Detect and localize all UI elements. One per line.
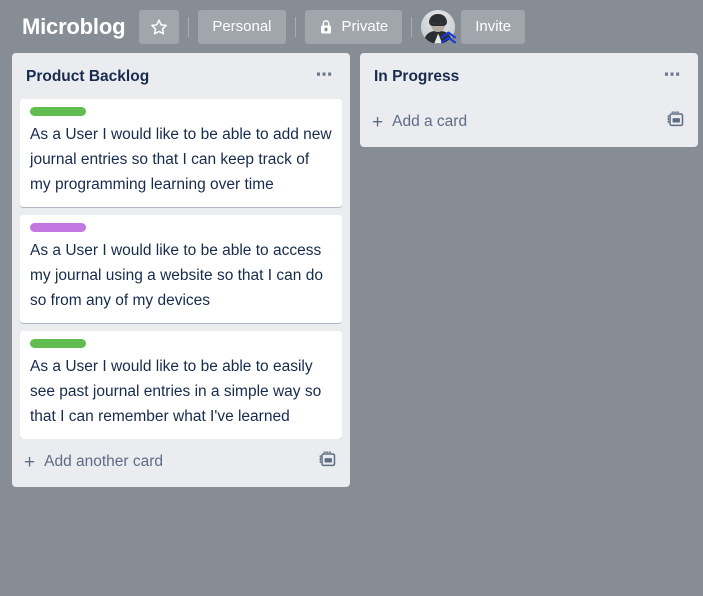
header-divider-1 [188,16,190,37]
page-title: Microblog [22,13,126,39]
card-template-icon[interactable] [667,111,684,133]
card-title: As a User I would like to be able to acc… [30,242,323,309]
header-divider-3 [411,16,413,37]
ellipsis-icon[interactable]: ⋯ [656,65,687,89]
add-card-footer: + Add another card [12,439,350,483]
avatar[interactable] [421,9,457,45]
board-header: Microblog Personal Private Invite [0,0,703,53]
add-a-card-button[interactable]: + Add a card [372,113,467,132]
list-product-backlog: Product Backlog ⋯ As a User I would like… [12,53,350,487]
add-a-card-label: Add a card [392,113,468,130]
ellipsis-icon[interactable]: ⋯ [308,65,339,89]
label-chip-purple[interactable] [30,223,86,232]
card-title: As a User I would like to be able to eas… [30,358,322,425]
invite-button[interactable]: Invite [461,9,526,44]
card-template-icon[interactable] [319,451,336,473]
label-chip-green[interactable] [30,339,86,348]
add-card-footer: + Add a card [360,99,698,143]
list-in-progress: In Progress ⋯ + Add a card [360,53,698,147]
lock-icon [319,19,333,35]
card[interactable]: As a User I would like to be able to eas… [20,331,342,439]
card-list: As a User I would like to be able to add… [12,99,350,439]
plus-icon: + [372,111,384,133]
header-divider-2 [294,16,296,37]
visibility-personal-label: Personal [212,18,272,35]
add-another-card-label: Add another card [44,453,164,470]
board-canvas: Product Backlog ⋯ As a User I would like… [0,53,703,596]
visibility-personal-button[interactable]: Personal [198,9,286,44]
card[interactable]: As a User I would like to be able to add… [20,99,342,207]
card-labels [30,339,332,348]
list-title[interactable]: In Progress [374,68,459,87]
plus-icon: + [24,451,36,473]
star-icon [150,18,168,36]
card-labels [30,107,332,116]
invite-label: Invite [475,18,512,35]
card-title: As a User I would like to be able to add… [30,126,332,193]
privacy-label: Private [341,18,389,35]
list-title[interactable]: Product Backlog [26,68,149,87]
card-labels [30,223,332,232]
list-header: In Progress ⋯ [360,53,698,99]
chevron-badge-icon [440,31,457,45]
add-another-card-button[interactable]: + Add another card [24,453,163,472]
privacy-button[interactable]: Private [304,9,403,44]
list-header: Product Backlog ⋯ [12,53,350,99]
label-chip-green[interactable] [30,107,86,116]
star-button[interactable] [139,9,180,44]
card[interactable]: As a User I would like to be able to acc… [20,215,342,323]
